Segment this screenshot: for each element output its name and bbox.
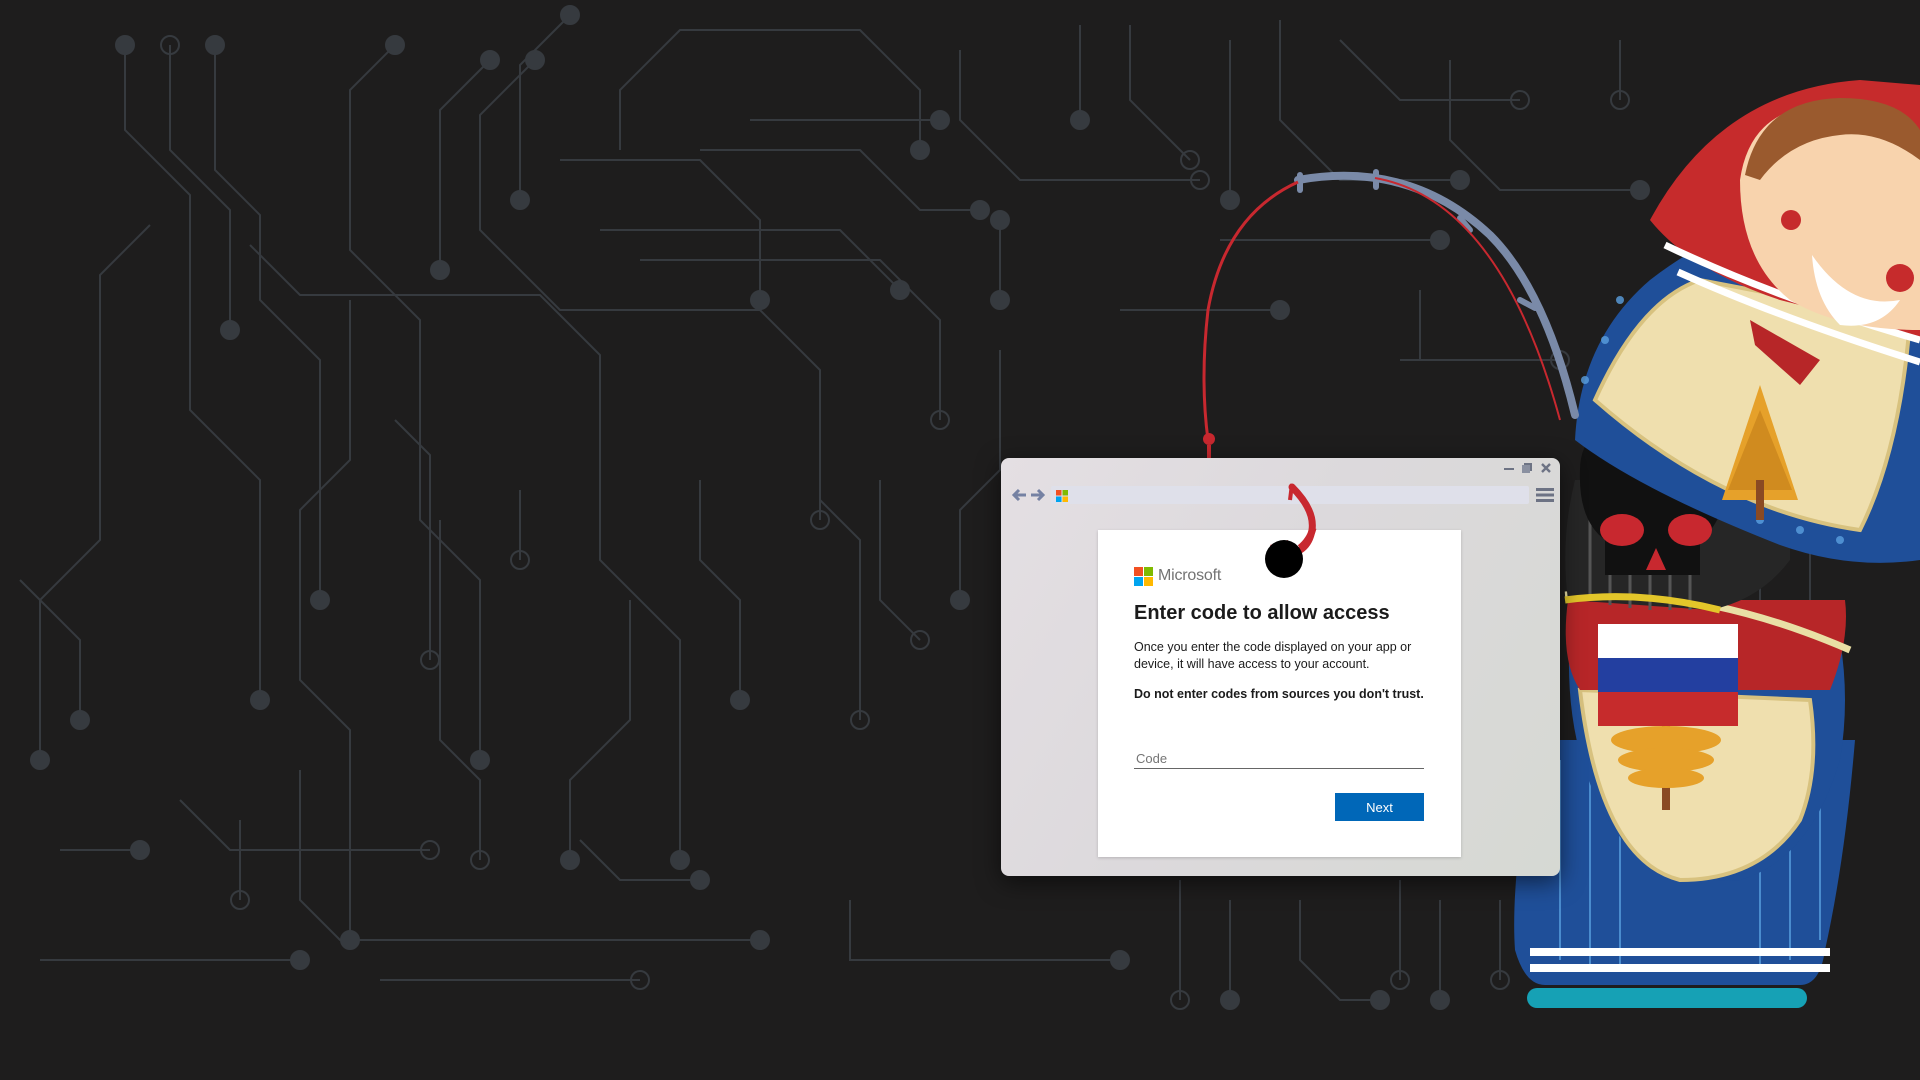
minimize-icon[interactable] [1502,461,1516,475]
background-illustration [19,5,1920,1010]
next-button[interactable]: Next [1335,793,1424,821]
address-bar[interactable] [1051,486,1529,504]
microsoft-logo-icon [1134,566,1153,586]
page-title: Enter code to allow access [1134,602,1390,624]
hamburger-menu-icon[interactable] [1536,486,1554,504]
code-input[interactable] [1134,748,1424,769]
fishing-rod [1202,169,1579,460]
matryoshka-doll [1514,80,1920,1008]
microsoft-favicon [1056,489,1068,502]
brand-name: Microsoft [1158,567,1222,584]
login-card: Microsoft Enter code to allow access Onc… [1098,530,1461,857]
access-description: Once you enter the code displayed on you… [1134,640,1412,671]
arrow-right-icon[interactable] [1029,486,1046,503]
browser-window: Microsoft Enter code to allow access Onc… [1001,458,1560,876]
browser-toolbar [1001,480,1560,510]
window-titlebar [1001,458,1560,480]
maximize-icon[interactable] [1520,461,1534,475]
close-icon[interactable] [1539,461,1553,475]
security-warning: Do not enter codes from sources you don'… [1134,687,1424,701]
microsoft-brand: Microsoft [1134,566,1221,586]
arrow-left-icon[interactable] [1010,486,1027,503]
